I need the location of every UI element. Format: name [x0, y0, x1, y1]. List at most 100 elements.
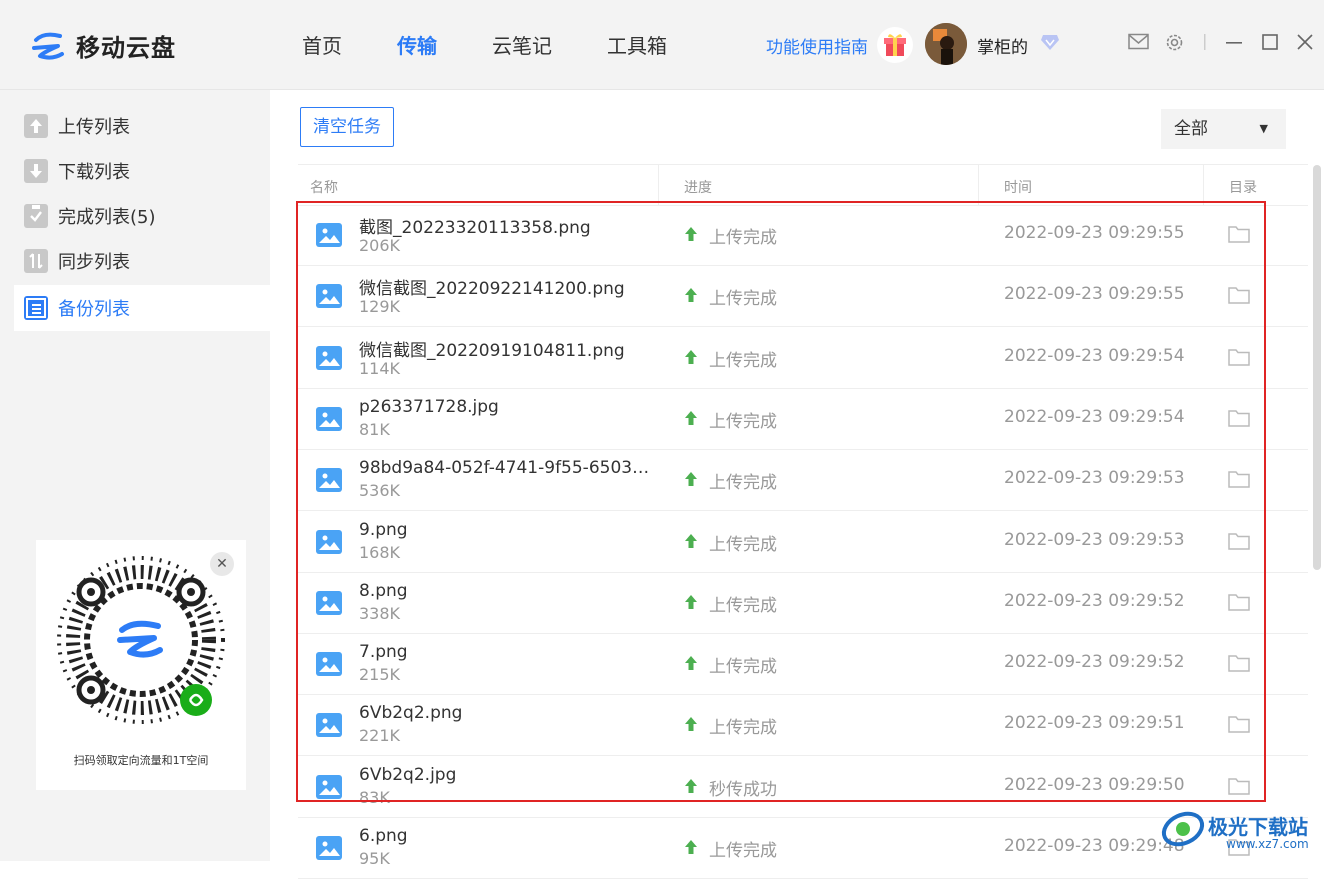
image-file-icon — [316, 407, 342, 431]
vip-diamond-icon[interactable] — [1040, 33, 1060, 55]
filter-dropdown[interactable]: 全部 ▼ — [1161, 109, 1286, 149]
file-name: 98bd9a84-052f-4741-9f55-6503552f... — [359, 458, 659, 478]
table-row[interactable]: 98bd9a84-052f-4741-9f55-6503552f... 536K 上… — [298, 449, 1308, 511]
gear-icon[interactable] — [1164, 32, 1185, 57]
file-size: 114K — [359, 359, 401, 378]
table-row[interactable]: 9.png 168K 上传完成 2022-09-23 09:29:53 — [298, 511, 1308, 573]
chevron-down-icon: ▼ — [1259, 122, 1268, 135]
transfer-time: 2022-09-23 09:29:54 — [1004, 407, 1185, 427]
upload-success-icon — [684, 226, 698, 246]
transfer-time: 2022-09-23 09:29:50 — [1004, 775, 1185, 795]
minimize-icon[interactable] — [1225, 33, 1243, 55]
table-row[interactable]: p263371728.jpg 81K 上传完成 2022-09-23 09:29:54 — [298, 388, 1308, 450]
transfer-time: 2022-09-23 09:29:51 — [1004, 713, 1185, 733]
folder-icon[interactable] — [1228, 225, 1250, 247]
qr-promo-card: ✕ 扫码领取定向流量和1T空间 — [36, 540, 246, 790]
table-row[interactable]: 截图_20223320113358.png 206K 上传完成 2022-09-23 … — [298, 204, 1308, 266]
transfer-status: 上传完成 — [709, 718, 777, 738]
transfer-time: 2022-09-23 09:29:52 — [1004, 652, 1185, 672]
file-name: 9.png — [359, 520, 408, 540]
folder-icon[interactable] — [1228, 777, 1250, 799]
folder-icon[interactable] — [1228, 715, 1250, 737]
file-name: 8.png — [359, 581, 408, 601]
user-avatar[interactable] — [925, 23, 967, 65]
sidebar-item-label: 备份列表 — [58, 299, 130, 320]
folder-icon[interactable] — [1228, 470, 1250, 492]
transfer-time: 2022-09-23 09:29:48 — [1004, 836, 1185, 856]
upload-success-icon — [684, 778, 698, 798]
transfer-status: 上传完成 — [709, 412, 777, 432]
nav-transfer[interactable]: 传输 — [397, 30, 437, 59]
sidebar-item-download[interactable]: 下载列表 — [14, 148, 270, 194]
table-row[interactable]: 微信截图_20220919104811.png 114K 上传完成 2022-09-2… — [298, 327, 1308, 389]
nav-home[interactable]: 首页 — [302, 30, 342, 59]
column-divider — [978, 165, 979, 205]
transfer-status: 上传完成 — [709, 535, 777, 555]
gift-icon[interactable] — [877, 27, 913, 63]
sidebar-item-completed[interactable]: 完成列表(5) — [14, 193, 270, 239]
column-header-folder[interactable]: 目录 — [1229, 177, 1257, 197]
feature-guide-link[interactable]: 功能使用指南 — [766, 33, 868, 58]
username[interactable]: 掌柜的 — [977, 33, 1028, 58]
file-size: 95K — [359, 849, 390, 868]
column-divider — [1203, 165, 1204, 205]
folder-icon[interactable] — [1228, 593, 1250, 615]
watermark-logo-icon — [1161, 811, 1205, 847]
transfer-status: 上传完成 — [709, 657, 777, 677]
close-icon[interactable] — [1296, 33, 1314, 55]
scrollbar[interactable] — [1313, 165, 1321, 570]
upload-success-icon — [684, 594, 698, 614]
backup-list-icon — [24, 296, 48, 320]
sidebar-item-upload[interactable]: 上传列表 — [14, 103, 270, 149]
file-size: 81K — [359, 420, 390, 439]
cloud-logo-icon — [32, 32, 64, 60]
column-header-progress[interactable]: 进度 — [684, 177, 712, 197]
table-row[interactable]: 7.png 215K 上传完成 2022-09-23 09:29:52 — [298, 633, 1308, 695]
nav-toolbox[interactable]: 工具箱 — [607, 30, 667, 59]
column-header-time[interactable]: 时间 — [1004, 177, 1032, 197]
filter-value: 全部 — [1174, 119, 1208, 139]
file-size: 536K — [359, 481, 401, 500]
upload-success-icon — [684, 655, 698, 675]
image-file-icon — [316, 284, 342, 308]
nav-cloud-notes[interactable]: 云笔记 — [492, 30, 552, 59]
transfer-status: 上传完成 — [709, 473, 777, 493]
clear-tasks-button[interactable]: 清空任务 — [300, 107, 394, 147]
table-row[interactable]: 6.png 95K 上传完成 2022-09-23 09:29:48 — [298, 817, 1308, 879]
file-size: 338K — [359, 604, 401, 623]
folder-icon[interactable] — [1228, 654, 1250, 676]
file-size: 221K — [359, 726, 401, 745]
file-size: 168K — [359, 543, 401, 562]
folder-icon[interactable] — [1228, 409, 1250, 431]
column-header-name[interactable]: 名称 — [310, 177, 338, 197]
sync-icon — [24, 249, 48, 273]
table-row[interactable]: 6Vb2q2.png 221K 上传完成 2022-09-23 09:29:51 — [298, 694, 1308, 756]
table-row[interactable]: 微信截图_20220922141200.png 129K 上传完成 2022-09-2… — [298, 265, 1308, 327]
upload-icon — [24, 114, 48, 138]
file-name: 微信截图_20220919104811.png — [359, 341, 625, 361]
transfer-panel: 清空任务 全部 ▼ 名称 进度 时间 目录 截图_20223320113358.… — [270, 90, 1324, 879]
file-size: 215K — [359, 665, 401, 684]
table-row[interactable]: 8.png 338K 上传完成 2022-09-23 09:29:52 — [298, 572, 1308, 634]
image-file-icon — [316, 591, 342, 615]
watermark-url: www.xz7.com — [1226, 837, 1309, 851]
mail-icon[interactable] — [1128, 33, 1149, 54]
folder-icon[interactable] — [1228, 286, 1250, 308]
image-file-icon — [316, 223, 342, 247]
transfer-status: 上传完成 — [709, 596, 777, 616]
sidebar-item-label: 下载列表 — [58, 162, 130, 183]
upload-success-icon — [684, 533, 698, 553]
image-file-icon — [316, 713, 342, 737]
sidebar-item-label: 完成列表(5) — [58, 207, 156, 228]
check-clipboard-icon — [24, 204, 48, 228]
folder-icon[interactable] — [1228, 348, 1250, 370]
qr-close-button[interactable]: ✕ — [210, 552, 234, 576]
sidebar-item-backup[interactable]: 备份列表 — [14, 285, 270, 331]
upload-success-icon — [684, 839, 698, 859]
maximize-icon[interactable] — [1261, 33, 1279, 55]
folder-icon[interactable] — [1228, 532, 1250, 554]
table-row[interactable]: 6Vb2q2.jpg 83K 秒传成功 2022-09-23 09:29:50 — [298, 756, 1308, 818]
column-divider — [658, 165, 659, 205]
sidebar-item-label: 上传列表 — [58, 117, 130, 138]
sidebar-item-sync[interactable]: 同步列表 — [14, 238, 270, 284]
